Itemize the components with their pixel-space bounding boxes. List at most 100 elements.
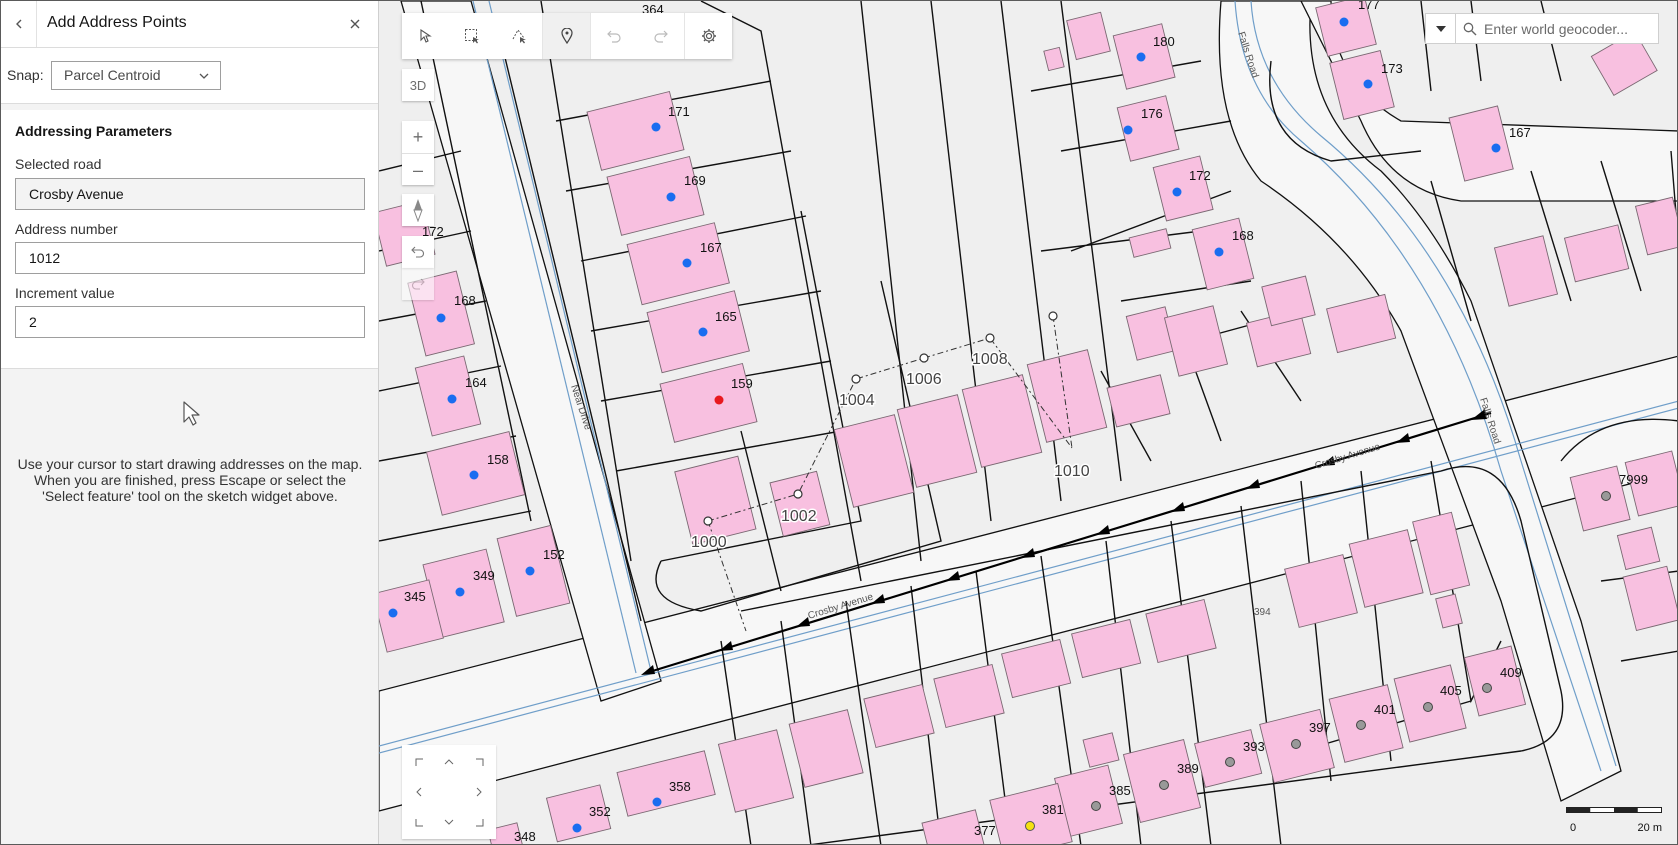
map-label: 167 xyxy=(700,240,722,255)
chevron-down-icon xyxy=(444,819,454,825)
add-address-panel: Add Address Points Snap: Parcel Centroid… xyxy=(1,1,379,844)
map-label: 394 xyxy=(1254,607,1271,618)
lasso-select-icon xyxy=(512,29,526,44)
close-button[interactable] xyxy=(340,1,370,47)
panel-header: Add Address Points xyxy=(1,1,378,48)
pan-up-right-button[interactable] xyxy=(470,753,488,771)
address-number-input[interactable]: 1012 xyxy=(15,242,365,274)
pan-right-button[interactable] xyxy=(470,783,488,801)
zoom-in-button[interactable]: + xyxy=(402,121,434,153)
map-label: 152 xyxy=(543,547,565,562)
map-view[interactable]: 364 177 180 176 172 173 167 171 169 167 … xyxy=(379,1,1677,844)
map-label: 345 xyxy=(404,589,426,604)
map-label: 167 xyxy=(1509,125,1531,140)
address-label: 1000 xyxy=(691,534,727,551)
map-label: 349 xyxy=(473,568,495,583)
chevron-up-icon xyxy=(444,759,454,765)
lasso-select-button[interactable] xyxy=(495,13,542,59)
address-label: 1002 xyxy=(781,508,817,525)
map-label: 177 xyxy=(1358,1,1380,12)
snap-label: Snap: xyxy=(7,67,44,83)
increment-value-label: Increment value xyxy=(15,285,115,301)
map-label: 158 xyxy=(487,452,509,467)
pan-up-button[interactable] xyxy=(440,753,458,771)
map-pin-icon xyxy=(560,28,573,44)
map-label: 168 xyxy=(1232,228,1254,243)
draw-point-button[interactable] xyxy=(542,13,590,59)
select-feature-button[interactable] xyxy=(402,13,449,59)
selected-road-label: Selected road xyxy=(15,156,102,172)
undo-icon xyxy=(607,30,621,43)
panel-title: Add Address Points xyxy=(47,14,187,31)
map-label: 165 xyxy=(715,309,737,324)
chevron-down-icon xyxy=(199,73,209,79)
zoom-out-button[interactable]: – xyxy=(402,153,434,186)
close-icon xyxy=(350,19,360,29)
map-label: 401 xyxy=(1374,702,1396,717)
drawing-hint: Use your cursor to start drawing address… xyxy=(11,456,369,504)
address-number-label: Address number xyxy=(15,221,118,237)
map-label: 385 xyxy=(1109,783,1131,798)
address-label: 1004 xyxy=(839,392,875,409)
address-label: 1008 xyxy=(972,351,1008,368)
settings-button[interactable] xyxy=(684,13,732,59)
back-arrow-icon xyxy=(411,246,425,258)
pan-up-left-button[interactable] xyxy=(410,753,428,771)
search-source-dropdown[interactable] xyxy=(1426,14,1456,43)
map-label: 358 xyxy=(669,779,691,794)
rectangle-select-button[interactable] xyxy=(449,13,496,59)
compass-button[interactable] xyxy=(402,194,434,226)
pan-down-left-button[interactable] xyxy=(410,813,428,831)
compass-icon xyxy=(413,199,423,222)
hint-line: Use your cursor to start drawing address… xyxy=(17,456,363,472)
hint-line: When you are finished, press Escape or s… xyxy=(33,472,347,488)
chevron-left-icon xyxy=(416,787,422,797)
search-icon xyxy=(1463,22,1477,35)
map-label: 397 xyxy=(1309,720,1331,735)
toggle-3d-button[interactable]: 3D xyxy=(402,69,434,101)
pointer-icon xyxy=(420,29,433,43)
hint-line: 'Select feature' tool on the sketch widg… xyxy=(42,488,338,504)
map-label: 7999 xyxy=(1619,472,1648,487)
snap-select[interactable]: Parcel Centroid xyxy=(51,61,221,90)
addressing-parameters: Addressing Parameters Selected road Cros… xyxy=(1,110,378,369)
scale-end-label: 20 m xyxy=(1637,822,1662,834)
map-label: 393 xyxy=(1243,739,1265,754)
redo-button[interactable] xyxy=(638,13,685,59)
previous-extent-button[interactable] xyxy=(402,236,434,268)
undo-button[interactable] xyxy=(589,13,638,59)
map-label: 409 xyxy=(1500,665,1522,680)
selected-road-field[interactable]: Crosby Avenue xyxy=(15,178,365,210)
gear-icon xyxy=(701,29,716,43)
map-label: 348 xyxy=(514,829,536,844)
map-label: 180 xyxy=(1153,34,1175,49)
snap-select-value: Parcel Centroid xyxy=(64,67,161,83)
map-label: 377 xyxy=(974,823,996,838)
map-label: 172 xyxy=(1189,168,1211,183)
sketch-toolbar xyxy=(402,13,732,59)
map-label: 176 xyxy=(1141,106,1163,121)
map-label: 169 xyxy=(684,173,706,188)
pan-down-button[interactable] xyxy=(440,813,458,831)
corner-up-left-icon xyxy=(415,758,423,766)
navigation-pad xyxy=(402,745,496,839)
redo-icon xyxy=(654,30,668,43)
increment-value-input[interactable]: 2 xyxy=(15,306,365,338)
pan-left-button[interactable] xyxy=(410,783,428,801)
search-input[interactable] xyxy=(1484,20,1649,37)
snap-row: Snap: Parcel Centroid xyxy=(1,48,378,104)
caret-down-icon xyxy=(1435,25,1446,32)
chevron-right-icon xyxy=(476,787,482,797)
map-label: 171 xyxy=(668,104,690,119)
back-button[interactable] xyxy=(1,1,37,47)
map-label: 389 xyxy=(1177,761,1199,776)
map-label: 352 xyxy=(589,804,611,819)
scale-bar: 0 20 m xyxy=(1566,807,1662,835)
corner-up-right-icon xyxy=(475,758,483,766)
next-extent-button[interactable] xyxy=(402,268,434,300)
map-canvas: 364 177 180 176 172 173 167 171 169 167 … xyxy=(379,1,1677,844)
map-label: 173 xyxy=(1381,61,1403,76)
pan-down-right-button[interactable] xyxy=(470,813,488,831)
map-label: 159 xyxy=(731,376,753,391)
map-label: 381 xyxy=(1042,802,1064,817)
